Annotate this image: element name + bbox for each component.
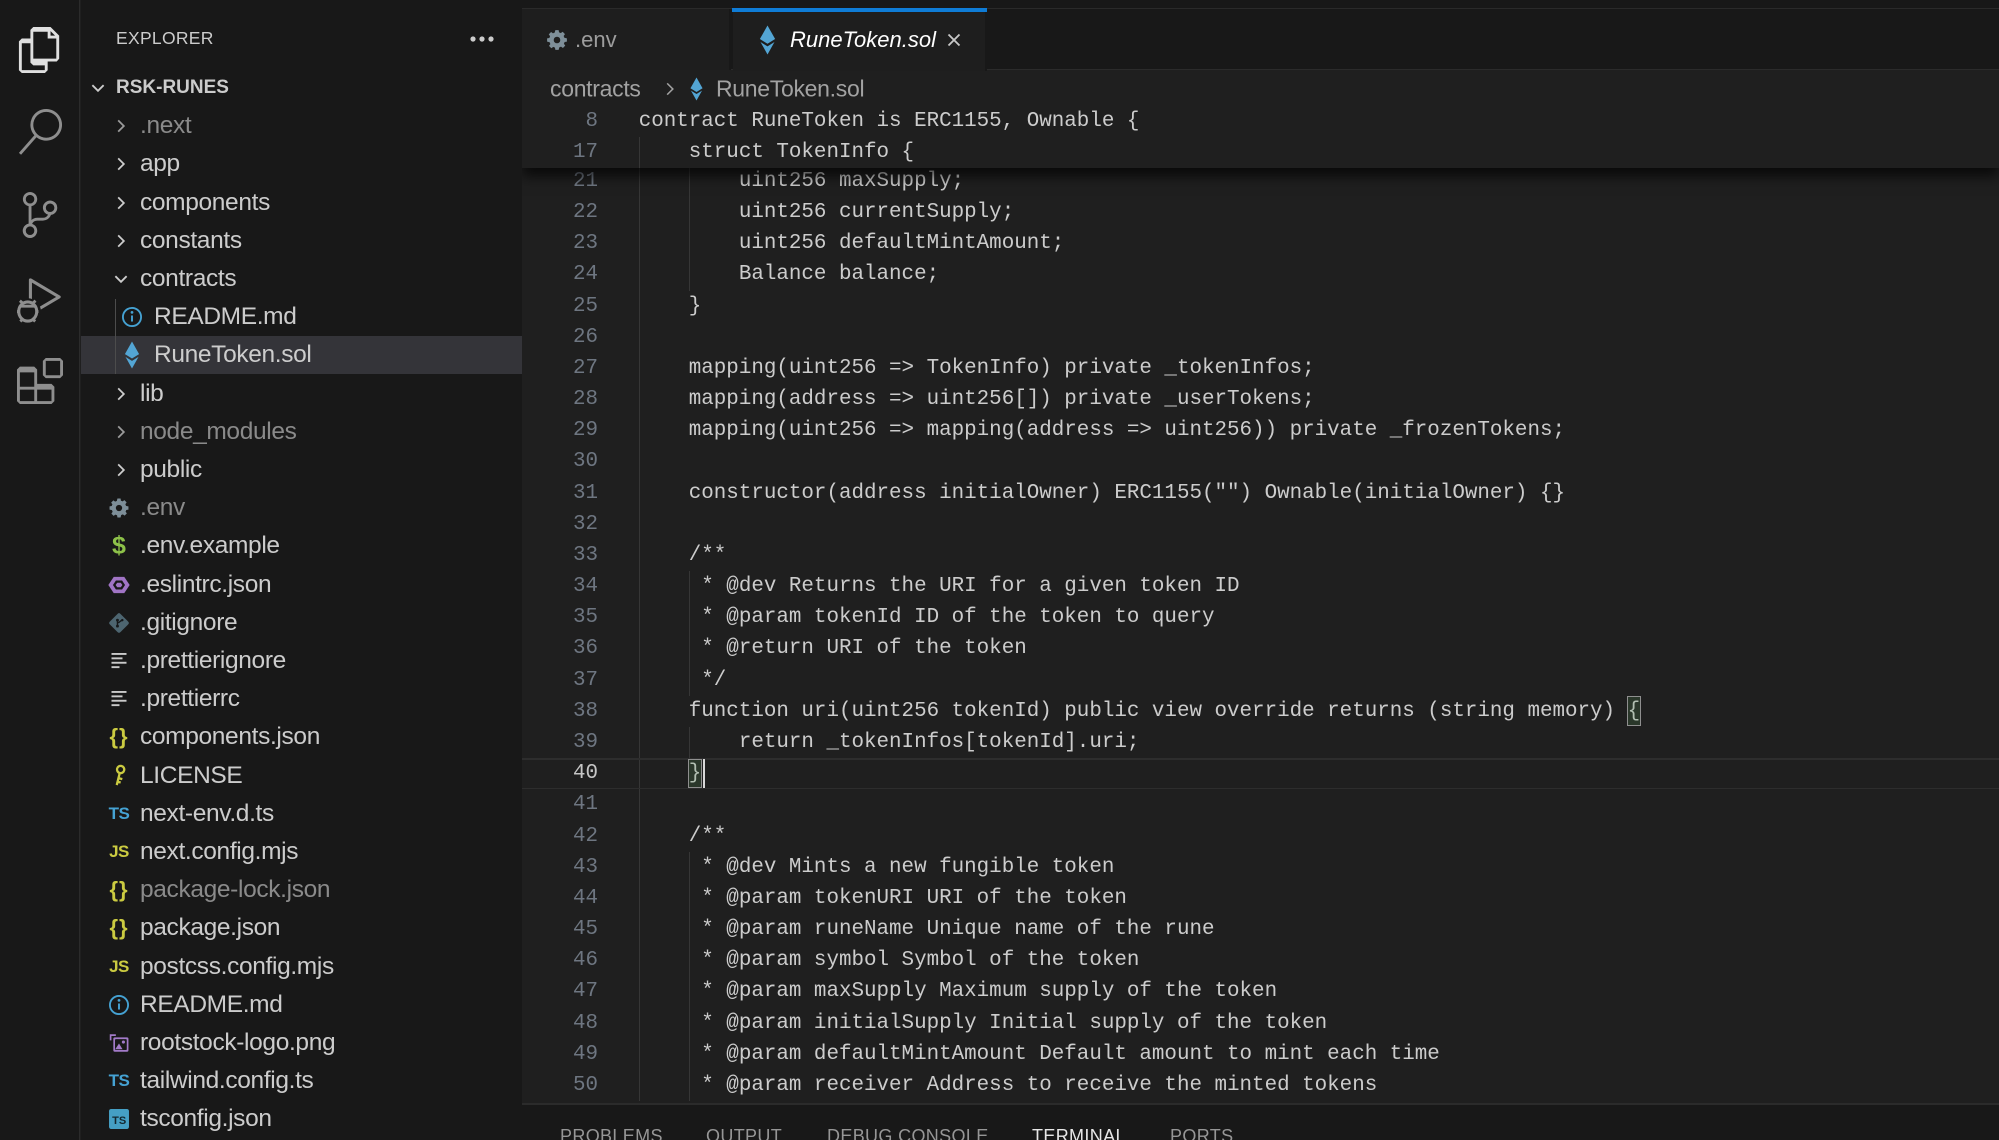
svg-text:TS: TS (112, 1115, 126, 1127)
